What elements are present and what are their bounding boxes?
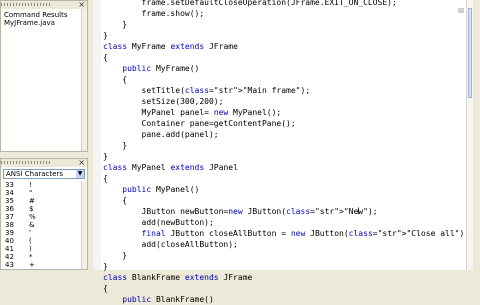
- char-code: 43: [5, 261, 14, 269]
- list-item[interactable]: 35 #: [3, 197, 36, 205]
- list-item[interactable]: 37%: [3, 213, 36, 221]
- char-glyph: +: [29, 261, 35, 269]
- list-item[interactable]: 36 $: [3, 205, 36, 213]
- ruler-mark: [458, 8, 464, 13]
- editor-scrollbar[interactable]: [466, 0, 473, 270]
- list-item[interactable]: 41): [3, 245, 36, 253]
- char-code: 35: [5, 197, 14, 205]
- charset-select-value: ANSI Characters: [6, 170, 63, 178]
- char-code: 34: [5, 189, 14, 197]
- scrollbar-thumb[interactable]: [468, 8, 472, 98]
- char-code: 39: [5, 229, 14, 237]
- panel-header: ×: [1, 159, 87, 167]
- file-tree: Command Results MyJFrame.java: [4, 11, 67, 27]
- grip-handle[interactable]: [1, 161, 51, 164]
- close-icon[interactable]: ×: [78, 1, 85, 9]
- gutter: [93, 0, 101, 270]
- char-glyph: (: [29, 237, 32, 245]
- code-editor[interactable]: frame.setDefaultCloseOperation(JFrame.EX…: [93, 0, 473, 304]
- char-glyph: &: [29, 221, 35, 229]
- panel-header: ×: [1, 1, 87, 9]
- list-item[interactable]: 38 &: [3, 221, 36, 229]
- text-cursor-icon: I: [357, 207, 360, 217]
- characters-panel: × ANSI Characters ▼ 33! 34 " 35 #36 $37% 38 & 39…: [0, 158, 88, 270]
- char-code: 38: [5, 221, 14, 229]
- char-code: 36: [5, 205, 14, 213]
- tree-item-file[interactable]: MyJFrame.java: [4, 19, 67, 27]
- code-text[interactable]: frame.setDefaultCloseOperation(JFrame.EX…: [103, 0, 469, 305]
- char-glyph: ': [29, 229, 31, 237]
- char-code: 33: [5, 181, 14, 189]
- list-item[interactable]: 42 *: [3, 253, 36, 261]
- close-icon[interactable]: ×: [78, 159, 85, 167]
- char-glyph: %: [29, 213, 36, 221]
- char-glyph: ): [29, 245, 32, 253]
- grip-handle[interactable]: [1, 3, 51, 6]
- file-tree-panel: × Command Results MyJFrame.java: [0, 0, 88, 152]
- list-item[interactable]: 40 (: [3, 237, 36, 245]
- char-glyph: #: [29, 197, 35, 205]
- sidebar: × Command Results MyJFrame.java × ANSI C…: [0, 0, 88, 270]
- sidebar-scrollbar[interactable]: [81, 9, 87, 151]
- char-code: 42: [5, 253, 14, 261]
- char-glyph: !: [29, 181, 32, 189]
- list-item[interactable]: 43 +: [3, 261, 36, 269]
- characters-scrollbar[interactable]: [81, 181, 87, 269]
- char-code: 40: [5, 237, 14, 245]
- list-item[interactable]: 34 ": [3, 189, 36, 197]
- charset-select[interactable]: ANSI Characters ▼: [3, 169, 85, 179]
- list-item[interactable]: 39 ': [3, 229, 36, 237]
- char-glyph: ": [29, 189, 33, 197]
- character-list: 33! 34 " 35 #36 $37% 38 & 39 ' 40(41) 42 * 43 +: [3, 181, 87, 269]
- char-glyph: $: [29, 205, 34, 213]
- char-glyph: *: [29, 253, 33, 261]
- list-item[interactable]: 33!: [3, 181, 36, 189]
- tree-item-command-results[interactable]: Command Results: [4, 11, 67, 19]
- chevron-down-icon[interactable]: ▼: [76, 170, 84, 178]
- char-code: 41: [5, 245, 14, 253]
- char-code: 37: [5, 213, 14, 221]
